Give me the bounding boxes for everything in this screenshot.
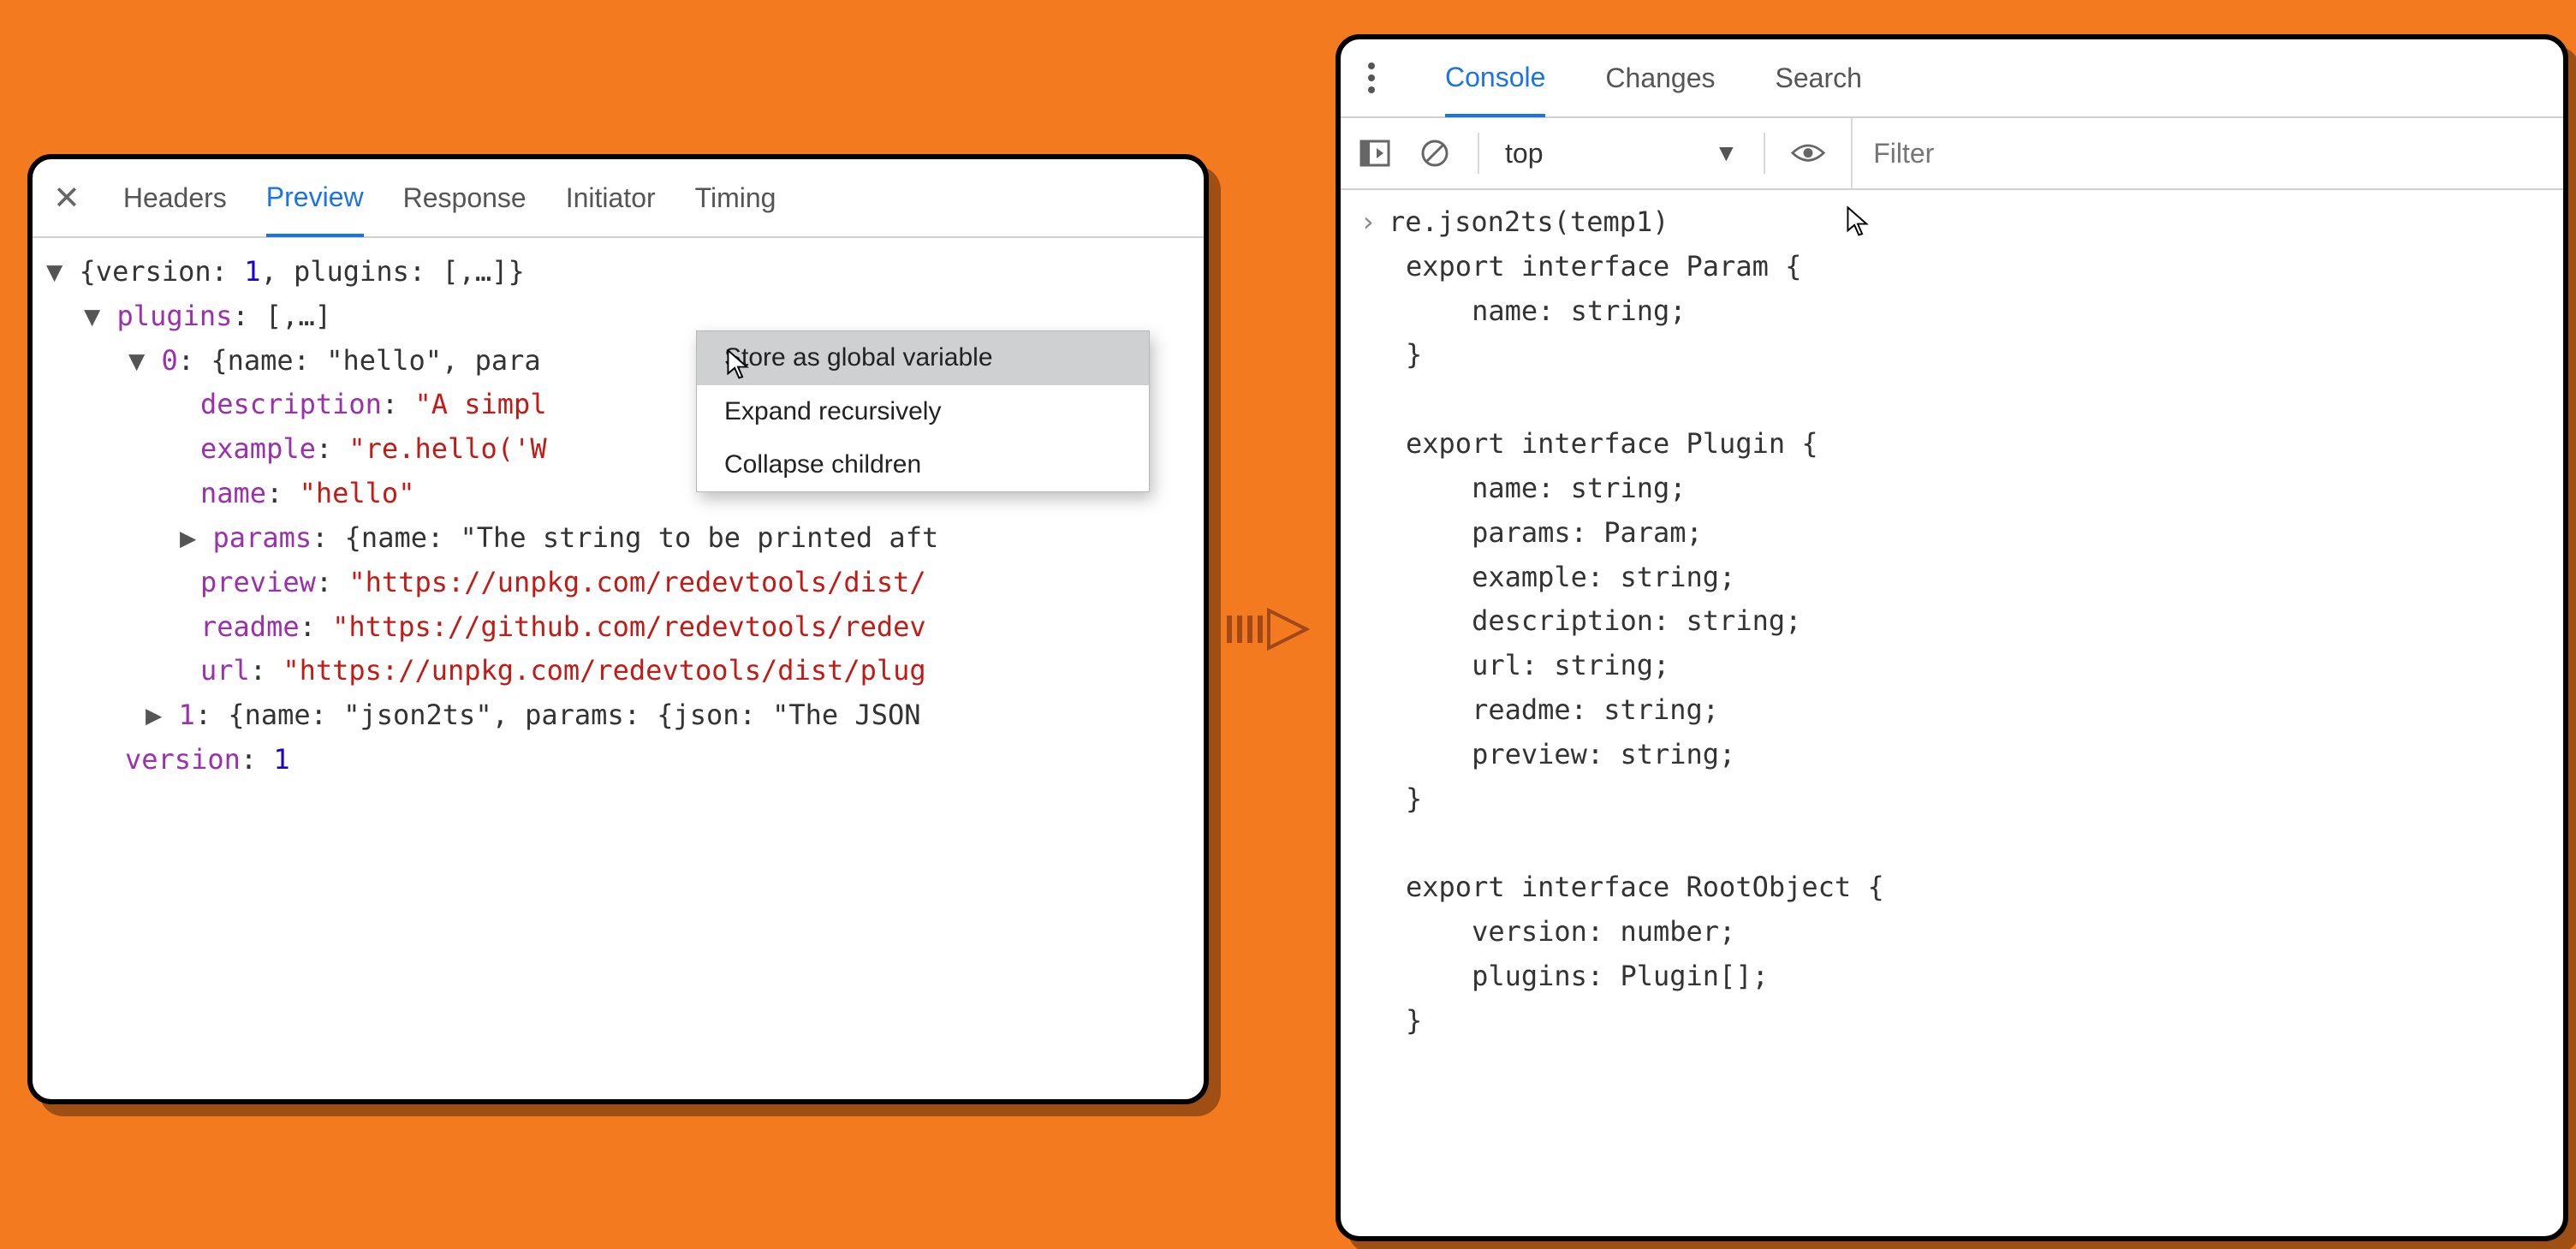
drawer-tabbar: Console Changes Search: [1341, 39, 2563, 118]
tree-version[interactable]: version: 1: [46, 738, 1190, 782]
tree-url[interactable]: url: "https://unpkg.com/redevtools/dist/…: [46, 649, 1190, 693]
filter-input[interactable]: [1851, 118, 2253, 188]
context-selector[interactable]: top ▼: [1505, 138, 1738, 170]
console-toolbar: top ▼: [1341, 118, 2563, 190]
eye-icon[interactable]: [1791, 136, 1825, 170]
toolbar-divider-2: [1764, 133, 1765, 174]
tab-search[interactable]: Search: [1776, 39, 1862, 116]
tree-readme[interactable]: readme: "https://github.com/redevtools/r…: [46, 605, 1190, 650]
network-preview-panel: ✕ Headers Preview Response Initiator Tim…: [27, 154, 1209, 1104]
tab-headers[interactable]: Headers: [123, 159, 227, 236]
sidebar-toggle-icon[interactable]: [1358, 136, 1392, 170]
console-input-text: re.json2ts(temp1): [1389, 200, 1669, 245]
tree-params[interactable]: ▶ params: {name: "The string to be print…: [46, 516, 1190, 561]
tree-item-1[interactable]: ▶ 1: {name: "json2ts", params: {json: "T…: [46, 693, 1190, 738]
kebab-menu-icon[interactable]: [1358, 62, 1385, 93]
tab-timing[interactable]: Timing: [695, 159, 776, 236]
tree-preview[interactable]: preview: "https://unpkg.com/redevtools/d…: [46, 561, 1190, 605]
tab-changes[interactable]: Changes: [1605, 39, 1715, 116]
console-panel: Console Changes Search top ▼ › re.json2t…: [1336, 34, 2568, 1241]
context-value: top: [1505, 138, 1543, 170]
console-body[interactable]: › re.json2ts(temp1) export interface Par…: [1341, 190, 2563, 1054]
ctx-collapse-children[interactable]: Collapse children: [697, 438, 1149, 491]
close-icon[interactable]: ✕: [50, 179, 84, 217]
json-tree[interactable]: ▼ {version: 1, plugins: [,…]} ▼ plugins:…: [33, 238, 1204, 794]
console-input-line[interactable]: › re.json2ts(temp1): [1358, 200, 2546, 245]
network-tabbar: ✕ Headers Preview Response Initiator Tim…: [33, 159, 1204, 238]
context-menu: Store as global variable Expand recursiv…: [696, 330, 1150, 492]
toolbar-divider: [1478, 133, 1479, 174]
ctx-expand-recursively[interactable]: Expand recursively: [697, 385, 1149, 438]
tab-response[interactable]: Response: [403, 159, 527, 236]
chevron-down-icon: ▼: [1714, 140, 1738, 167]
tree-root[interactable]: ▼ {version: 1, plugins: [,…]}: [46, 250, 1190, 294]
clear-console-icon[interactable]: [1418, 136, 1452, 170]
tab-preview[interactable]: Preview: [266, 160, 364, 237]
prompt-icon: ›: [1358, 200, 1378, 245]
tab-initiator[interactable]: Initiator: [566, 159, 656, 236]
arrow-icon: [1224, 599, 1310, 659]
console-output: export interface Param { name: string; }…: [1358, 245, 2546, 1044]
tab-console[interactable]: Console: [1445, 40, 1545, 117]
ctx-store-global[interactable]: Store as global variable: [697, 331, 1149, 384]
